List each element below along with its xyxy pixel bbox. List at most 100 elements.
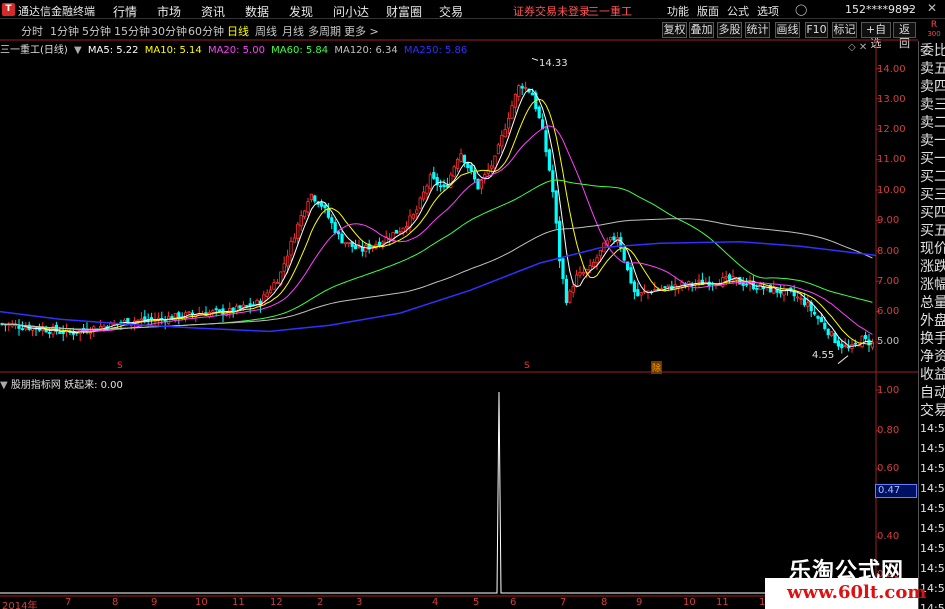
- candle-body: [833, 332, 837, 344]
- candle-body: [796, 296, 800, 299]
- candle-body: [425, 185, 429, 194]
- ma10-line: [1, 98, 873, 345]
- candle-body: [823, 322, 827, 329]
- candle-body: [581, 272, 586, 275]
- sidebar-item: 卖二: [920, 115, 945, 131]
- candle-body: [238, 305, 242, 309]
- sidebar-item: 收益: [920, 367, 945, 383]
- candle-body: [864, 335, 868, 339]
- x-label: 11: [232, 597, 245, 608]
- sidebar-item: 14:56: [920, 502, 945, 515]
- candle-body: [289, 240, 293, 256]
- x-label: 6: [510, 597, 517, 608]
- sidebar-item: 外盘: [920, 313, 945, 329]
- candle-body: [816, 315, 820, 319]
- indicator-line: [0, 391, 876, 594]
- price-tick: 11.00: [877, 154, 906, 165]
- candle-body: [364, 244, 368, 253]
- candle-body: [568, 290, 572, 303]
- candle-body: [190, 312, 194, 315]
- sidebar-item: 14:56: [920, 522, 945, 535]
- candle-body: [724, 276, 728, 279]
- indicator-name[interactable]: 股朋指标网: [11, 380, 61, 391]
- sidebar-item: 14:56: [920, 562, 945, 575]
- sidebar-item: 涨跌: [920, 259, 945, 275]
- candle-body: [622, 248, 626, 261]
- candle-body: [479, 180, 484, 189]
- candle-body: [571, 285, 575, 293]
- candle-body: [313, 195, 317, 202]
- candle-body: [459, 153, 463, 162]
- x-label: 9: [636, 597, 643, 608]
- candle-body: [489, 165, 494, 169]
- candle-body: [58, 332, 62, 334]
- candle-body: [401, 227, 405, 233]
- price-tick: 8.00: [877, 246, 900, 257]
- indicator-tick: 0.40: [877, 531, 900, 542]
- candle-body: [272, 282, 276, 290]
- sidebar-item: 换手: [920, 331, 945, 347]
- candle-body: [813, 312, 817, 315]
- candle-body: [411, 213, 416, 219]
- candle-body: [333, 222, 337, 234]
- candle-body: [48, 332, 52, 334]
- candle-body: [438, 185, 443, 188]
- sidebar-item: 卖一: [920, 133, 945, 149]
- candle-body: [24, 326, 28, 330]
- candle-body: [826, 328, 830, 336]
- price-tick: 14.00: [877, 64, 906, 75]
- sidebar-item: 卖四: [920, 79, 945, 95]
- candle-body: [455, 159, 460, 169]
- candle-body: [99, 325, 103, 329]
- candle-body: [537, 106, 541, 119]
- price-tick: 13.00: [877, 94, 906, 105]
- candle-body: [558, 220, 562, 262]
- candle-body: [61, 331, 65, 334]
- candle-body: [285, 255, 290, 267]
- candle-body: [357, 246, 361, 249]
- sidebar-item: 净资: [920, 349, 945, 365]
- sidebar-item: 涨幅: [920, 277, 945, 293]
- candle-body: [275, 282, 280, 284]
- candle-body: [578, 272, 582, 276]
- candle-body: [421, 191, 426, 200]
- sidebar-item: 买一: [920, 151, 945, 167]
- candle-body: [575, 274, 579, 286]
- sidebar-r-badge[interactable]: R 300: [924, 21, 944, 39]
- x-label: 4: [432, 597, 439, 608]
- sidebar-item: 卖五: [920, 61, 945, 77]
- candle-body: [326, 208, 331, 218]
- candle-body: [268, 289, 273, 294]
- sidebar-item: 委比: [920, 43, 945, 59]
- candle-body: [595, 257, 599, 264]
- candle-body: [561, 258, 565, 279]
- candle-body: [609, 236, 613, 241]
- candle-body: [500, 134, 504, 147]
- price-tick: 6.00: [877, 306, 900, 317]
- candle-body: [544, 130, 548, 153]
- candle-body: [853, 342, 858, 345]
- sidebar-item: 14:56: [920, 422, 945, 435]
- indicator-menu-icon[interactable]: ▼: [0, 380, 8, 391]
- candle-body: [636, 289, 640, 297]
- quote-sidebar: 委比 卖五 卖四 卖三 卖二 卖一 买一 买二 买三 买四 买五 现价 涨跌 涨幅 总量 外盘 换手 净资 收益 自动…: [918, 41, 945, 609]
- candle-body: [139, 318, 143, 321]
- candle-body: [520, 86, 524, 89]
- low-price-label: 4.55: [812, 350, 835, 361]
- close-icon[interactable]: ✕: [927, 1, 937, 15]
- candle-body: [404, 226, 409, 229]
- ex-dividend-mark: 除: [651, 361, 663, 374]
- kline-chart[interactable]: [0, 0, 918, 609]
- candle-body: [554, 190, 558, 224]
- candle-body: [323, 205, 327, 209]
- candle-body: [217, 309, 222, 312]
- sidebar-item: 总量: [920, 295, 945, 311]
- candle-body: [612, 236, 616, 241]
- candle-body: [319, 202, 324, 207]
- candle-body: [265, 292, 269, 297]
- candle-body: [847, 346, 851, 349]
- sidebar-item: 买二: [920, 169, 945, 185]
- candle-body: [734, 278, 739, 281]
- signal-mark: S: [117, 361, 123, 371]
- candle-body: [432, 172, 436, 179]
